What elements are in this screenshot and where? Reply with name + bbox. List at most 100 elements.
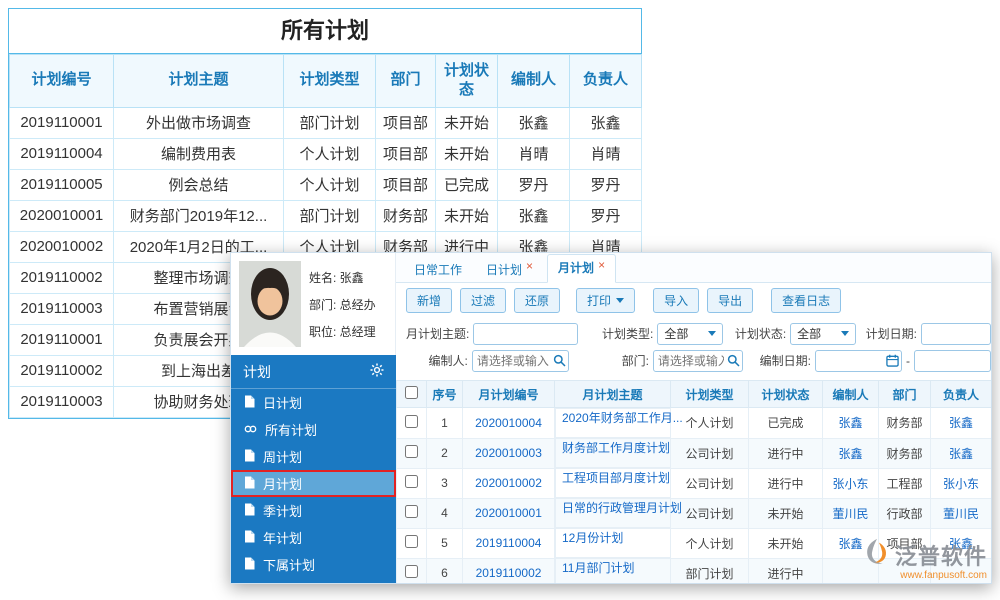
cell: 2019110001	[10, 324, 114, 355]
row-checkbox[interactable]	[405, 565, 418, 578]
file-icon	[244, 503, 255, 519]
chevron-down-icon	[616, 298, 624, 303]
profile-dept: 部门: 总经办	[309, 296, 376, 313]
tab-daily-work[interactable]: 日常工作	[404, 258, 472, 282]
plan-row[interactable]: 2020010001财务部门2019年12...部门计划财务部未开始张鑫罗丹	[10, 200, 642, 231]
col-header: 负责人	[931, 381, 992, 408]
cell-index: 5	[427, 528, 463, 558]
plan-status-value: 全部	[797, 325, 821, 342]
close-icon[interactable]: ×	[598, 259, 605, 271]
view-log-button[interactable]: 查看日志	[771, 288, 841, 313]
cell: 2019110001	[10, 107, 114, 138]
file-icon	[244, 476, 255, 492]
sidebar-item-label: 下属计划	[263, 555, 315, 574]
cell: 已完成	[436, 169, 498, 200]
restore-button[interactable]: 还原	[514, 288, 560, 313]
tab-day-plan[interactable]: 日计划 ×	[476, 258, 543, 282]
cell: 个人计划	[284, 138, 376, 169]
plan-id-link[interactable]: 2020010003	[463, 438, 555, 468]
user-profile: 姓名: 张鑫 部门: 总经办 职位: 总经理	[231, 253, 396, 355]
chevron-down-icon	[841, 331, 849, 336]
row-checkbox[interactable]	[405, 445, 418, 458]
plan-id-link[interactable]: 2020010002	[463, 468, 555, 498]
compile-date-end-input[interactable]	[914, 350, 991, 372]
plan-id-link[interactable]: 2020010004	[463, 408, 555, 439]
cell-dept: 工程部	[879, 468, 931, 498]
add-button[interactable]: 新增	[406, 288, 452, 313]
table-row: 32020010002工程项目部月度计划公司计划进行中张小东工程部张小东	[397, 468, 992, 498]
import-button[interactable]: 导入	[653, 288, 699, 313]
file-icon	[244, 449, 255, 465]
month-plan-subject-input[interactable]	[473, 323, 578, 345]
filter-panel: 月计划主题: 计划类型: 全部 计划状态: 全部 计划日期: 编制人: 部门:	[396, 317, 991, 380]
filter-button[interactable]: 过滤	[460, 288, 506, 313]
sidebar-item-year-plan[interactable]: 年计划	[231, 524, 396, 551]
sidebar-item-week-plan[interactable]: 周计划	[231, 443, 396, 470]
row-checkbox[interactable]	[405, 475, 418, 488]
sidebar-item-all-plans[interactable]: 所有计划	[231, 416, 396, 443]
plan-id-link[interactable]: 2020010001	[463, 498, 555, 528]
row-checkbox[interactable]	[405, 535, 418, 548]
plan-date-label: 计划日期:	[862, 325, 917, 342]
page-title: 所有计划	[9, 9, 641, 54]
plan-row[interactable]: 2019110005例会总结个人计划项目部已完成罗丹罗丹	[10, 169, 642, 200]
plan-status-select[interactable]: 全部	[790, 323, 856, 345]
owner-link[interactable]: 张小东	[931, 468, 992, 498]
profile-position: 职位: 总经理	[309, 323, 376, 340]
compiler-link[interactable]: 张鑫	[823, 408, 879, 439]
sidebar-item-quarter-plan[interactable]: 季计划	[231, 497, 396, 524]
compiler-link[interactable]: 张小东	[823, 468, 879, 498]
owner-link[interactable]: 张鑫	[931, 408, 992, 439]
owner-link[interactable]: 张鑫	[931, 438, 992, 468]
plan-id-link[interactable]: 2019110002	[463, 558, 555, 584]
cell: 部门计划	[284, 200, 376, 231]
watermark-brand: 泛普软件	[895, 539, 987, 571]
col-header: 计划状态	[749, 381, 823, 408]
cell: 张鑫	[498, 200, 570, 231]
compile-date-label: 编制日期:	[751, 352, 811, 369]
plan-type-label: 计划类型:	[598, 325, 653, 342]
toolbar: 新增 过滤 还原 打印 导入 导出 查看日志	[396, 283, 991, 317]
cell: 2019110003	[10, 386, 114, 417]
compiler-link[interactable]: 张鑫	[823, 438, 879, 468]
plan-status-label: 计划状态:	[731, 325, 786, 342]
cell: 项目部	[376, 169, 436, 200]
cell: 项目部	[376, 138, 436, 169]
cell: 例会总结	[114, 169, 284, 200]
owner-link[interactable]: 董川民	[931, 498, 992, 528]
search-icon[interactable]	[727, 354, 740, 370]
plan-type-value: 全部	[664, 325, 688, 342]
plan-row[interactable]: 2019110001外出做市场调查部门计划项目部未开始张鑫张鑫	[10, 107, 642, 138]
plan-date-input[interactable]	[921, 323, 991, 345]
cell-status: 已完成	[749, 408, 823, 439]
cell-index: 2	[427, 438, 463, 468]
plan-row[interactable]: 2019110004编制费用表个人计划项目部未开始肖晴肖晴	[10, 138, 642, 169]
tab-month-plan[interactable]: 月计划 ×	[547, 254, 616, 283]
sidebar-item-day-plan[interactable]: 日计划	[231, 389, 396, 416]
plan-type-select[interactable]: 全部	[657, 323, 723, 345]
watermark: 泛普软件 www.fanpusoft.com	[862, 537, 987, 581]
compiler-link[interactable]: 董川民	[823, 498, 879, 528]
plan-id-link[interactable]: 2019110004	[463, 528, 555, 558]
print-button[interactable]: 打印	[576, 288, 635, 313]
row-checkbox[interactable]	[405, 415, 418, 428]
col-header: 计划编号	[10, 55, 114, 108]
file-icon	[244, 395, 255, 411]
sidebar-item-subordinate-plan[interactable]: 下属计划	[231, 551, 396, 578]
search-icon[interactable]	[553, 354, 566, 370]
cell-status: 未开始	[749, 498, 823, 528]
col-header: 计划类型	[671, 381, 749, 408]
col-header: 计划状态	[436, 55, 498, 108]
cell-status: 未开始	[749, 528, 823, 558]
calendar-icon[interactable]	[886, 354, 899, 370]
sidebar-item-label: 月计划	[263, 474, 302, 493]
row-checkbox[interactable]	[405, 505, 418, 518]
date-range-separator: -	[906, 354, 910, 368]
export-button[interactable]: 导出	[707, 288, 753, 313]
sidebar-item-label: 年计划	[263, 528, 302, 547]
avatar	[239, 261, 301, 347]
sidebar-item-month-plan[interactable]: 月计划	[231, 470, 396, 497]
close-icon[interactable]: ×	[526, 260, 533, 272]
gear-icon[interactable]	[370, 363, 384, 380]
select-all-checkbox[interactable]	[405, 386, 418, 399]
